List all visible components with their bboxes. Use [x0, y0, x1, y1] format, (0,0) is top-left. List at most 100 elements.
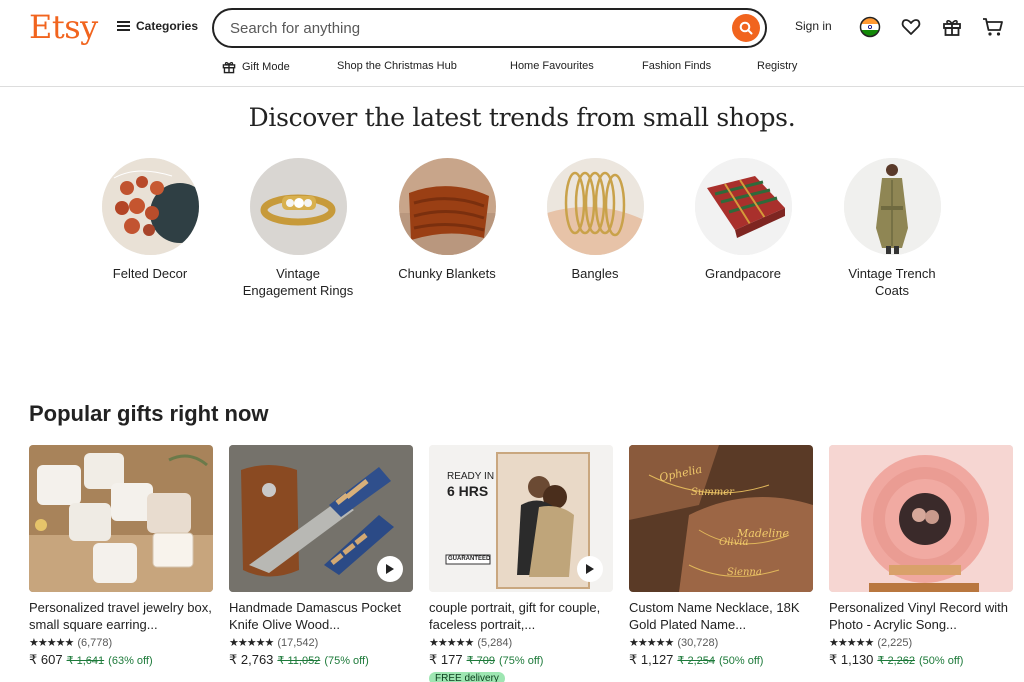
trend-image	[546, 158, 644, 255]
discount-percent: (63% off)	[108, 655, 153, 667]
product-card[interactable]: Personalized travel jewelry box, small s…	[29, 445, 213, 668]
star-rating-icon: ★★★★★	[429, 637, 474, 649]
trend-bangles[interactable]: Bangles	[535, 158, 655, 282]
product-image[interactable]: Ophelia Summer Madeline Olivia Sienna	[629, 445, 813, 592]
product-price: ₹ 1,130 ₹ 2,262 (50% off)	[829, 652, 1013, 668]
play-video-button[interactable]	[577, 556, 603, 582]
original-price: ₹ 2,262	[877, 655, 916, 667]
trend-label: Felted Decor	[112, 266, 188, 281]
gift-icon	[222, 62, 236, 74]
product-title[interactable]: Personalized Vinyl Record with Photo - A…	[829, 599, 1013, 633]
trend-label: Vintage Engagement Rings	[242, 266, 354, 298]
product-rating: ★★★★★ (17,542)	[229, 636, 413, 650]
product-image[interactable]	[29, 445, 213, 592]
subnav-registry[interactable]: Registry	[757, 60, 797, 72]
discount-percent: (50% off)	[719, 655, 764, 667]
gift-box	[943, 20, 961, 36]
categories-button[interactable]: Categories	[117, 19, 198, 33]
trend-image	[694, 158, 792, 255]
trend-label: Chunky Blankets	[398, 266, 496, 281]
trend-grandpacore[interactable]: Grandpacore	[683, 158, 803, 282]
review-count: (30,728)	[677, 636, 719, 649]
gift-icon[interactable]	[940, 15, 964, 39]
sale-price: ₹ 607	[29, 652, 63, 667]
play-icon	[386, 564, 394, 574]
necklace-name-display: Sienna	[727, 567, 762, 578]
original-price: ₹ 709	[466, 655, 495, 667]
original-price: ₹ 11,052	[277, 655, 321, 667]
subnav-label: Gift Mode	[242, 61, 290, 73]
product-rating: ★★★★★ (6,778)	[29, 636, 213, 650]
sign-in-link[interactable]: Sign in	[795, 19, 832, 33]
search-icon	[739, 21, 753, 35]
india-flag-icon[interactable]	[858, 15, 882, 39]
review-count: (6,778)	[77, 636, 113, 649]
trend-chunky-blankets[interactable]: Chunky Blankets	[387, 158, 507, 282]
subnav-home-favourites[interactable]: Home Favourites	[510, 60, 594, 72]
categories-label: Categories	[136, 19, 199, 33]
overlay-guaranteed: GUARANTEED	[448, 556, 491, 562]
necklace-name-display: Summer	[691, 487, 734, 498]
subnav-fashion-finds[interactable]: Fashion Finds	[642, 60, 711, 72]
free-delivery-badge: FREE delivery	[429, 672, 505, 682]
overlay-hours: 6 HRS	[447, 483, 489, 499]
heart-icon[interactable]	[899, 15, 923, 39]
star-rating-icon: ★★★★★	[29, 637, 74, 649]
trend-vintage-trench-coats[interactable]: Vintage Trench Coats	[832, 158, 952, 299]
product-title[interactable]: Personalized travel jewelry box, small s…	[29, 599, 213, 633]
shopping-cart	[983, 18, 1003, 36]
popular-gifts-heading: Popular gifts right now	[29, 401, 269, 426]
country-flag	[859, 16, 881, 38]
trend-label: Vintage Trench Coats	[848, 266, 936, 298]
subnav-gift-mode[interactable]: Gift Mode	[222, 60, 290, 74]
trend-label: Bangles	[571, 266, 619, 281]
trend-image	[249, 158, 347, 255]
product-price: ₹ 177 ₹ 709 (75% off)	[429, 652, 613, 668]
trend-image	[398, 158, 496, 255]
product-image[interactable]: READY IN 6 HRS GUARANTEED	[429, 445, 613, 592]
trend-felted-decor[interactable]: Felted Decor	[90, 158, 210, 282]
menu-icon	[117, 21, 130, 31]
play-icon	[586, 564, 594, 574]
discover-heading: Discover the latest trends from small sh…	[248, 103, 796, 132]
product-rating: ★★★★★ (5,284)	[429, 636, 613, 650]
play-video-button[interactable]	[377, 556, 403, 582]
product-rating: ★★★★★ (30,728)	[629, 636, 813, 650]
product-title[interactable]: couple portrait, gift for couple, facele…	[429, 599, 613, 633]
star-rating-icon: ★★★★★	[829, 637, 874, 649]
product-card[interactable]: Handmade Damascus Pocket Knife Olive Woo…	[229, 445, 413, 668]
trend-image	[843, 158, 941, 255]
sale-price: ₹ 177	[429, 652, 463, 667]
sale-price: ₹ 1,130	[829, 652, 874, 667]
product-card[interactable]: Ophelia Summer Madeline Olivia Sienna Cu…	[629, 445, 813, 668]
trend-vintage-engagement-rings[interactable]: Vintage Engagement Rings	[238, 158, 358, 299]
etsy-logo[interactable]: Etsy	[29, 8, 98, 46]
favourites-heart	[901, 19, 921, 35]
product-title[interactable]: Custom Name Necklace, 18K Gold Plated Na…	[629, 599, 813, 633]
discount-percent: (50% off)	[919, 655, 964, 667]
product-price: ₹ 1,127 ₹ 2,254 (50% off)	[629, 652, 813, 668]
site-header: Etsy Categories Sign in	[0, 0, 1024, 87]
product-price: ₹ 607 ₹ 1,641 (63% off)	[29, 652, 213, 668]
search-button[interactable]	[732, 14, 760, 42]
overlay-ready-in: READY IN	[447, 471, 495, 482]
search-bar	[212, 8, 767, 48]
product-image[interactable]	[829, 445, 1013, 592]
product-card[interactable]: READY IN 6 HRS GUARANTEED couple portrai…	[429, 445, 613, 682]
product-price: ₹ 2,763 ₹ 11,052 (75% off)	[229, 652, 413, 668]
product-title[interactable]: Handmade Damascus Pocket Knife Olive Woo…	[229, 599, 413, 633]
trend-label: Grandpacore	[705, 266, 781, 281]
star-rating-icon: ★★★★★	[229, 637, 274, 649]
original-price: ₹ 1,641	[66, 655, 105, 667]
product-image[interactable]	[229, 445, 413, 592]
subnav-christmas-hub[interactable]: Shop the Christmas Hub	[337, 60, 457, 72]
trend-image	[101, 158, 199, 255]
star-rating-icon: ★★★★★	[629, 637, 674, 649]
search-input[interactable]	[230, 18, 710, 38]
product-card[interactable]: Personalized Vinyl Record with Photo - A…	[829, 445, 1013, 668]
sub-navigation: Gift Mode Shop the Christmas Hub Home Fa…	[0, 58, 1024, 78]
cart-icon[interactable]	[981, 15, 1005, 39]
discount-percent: (75% off)	[324, 655, 369, 667]
necklace-name-display: Olivia	[719, 537, 749, 548]
sale-price: ₹ 1,127	[629, 652, 674, 667]
